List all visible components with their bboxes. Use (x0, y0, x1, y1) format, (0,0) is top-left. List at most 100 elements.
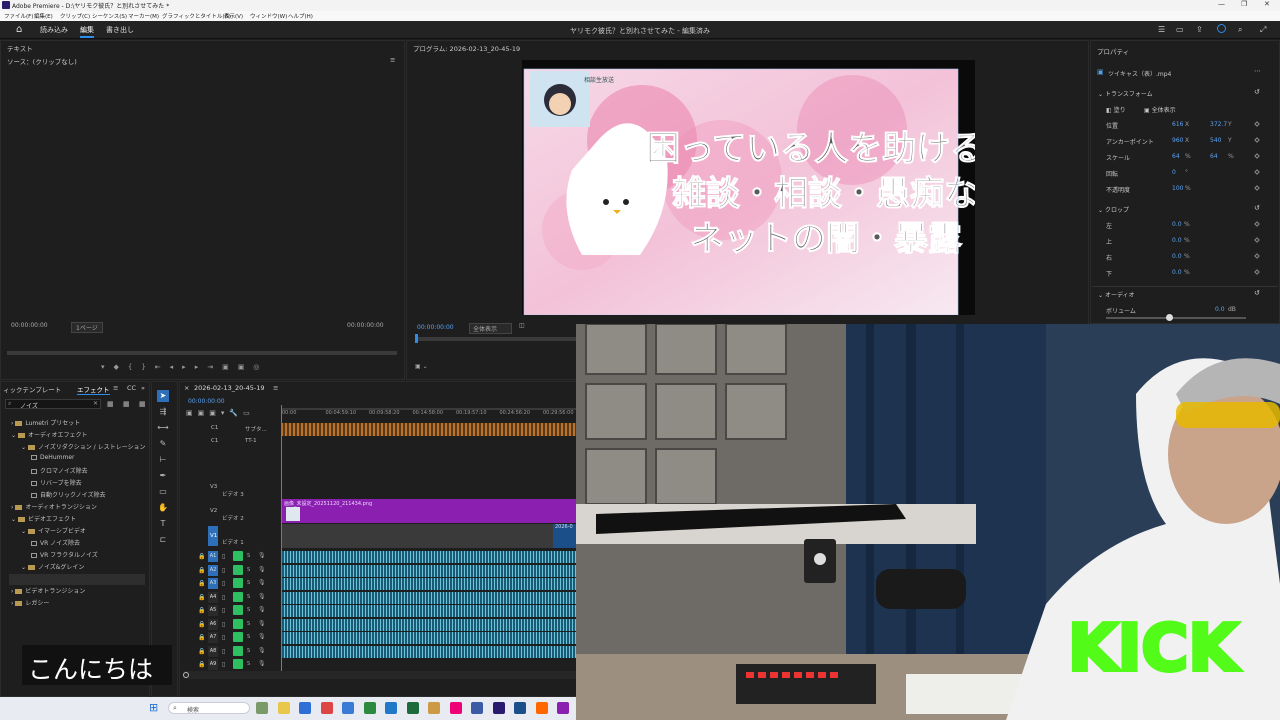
prop-value-1[interactable]: 64 (1172, 153, 1180, 160)
reset-transform-icon[interactable]: ↺ (1254, 88, 1260, 96)
effects-tree-item[interactable]: › オーディオトランジション (11, 502, 97, 511)
audio-track-id[interactable]: A4 (208, 591, 218, 603)
menu-help[interactable]: ヘルプ(H) (288, 12, 313, 20)
workspaces-icon[interactable]: ☰ (1158, 25, 1165, 34)
taskbar-app-icon[interactable] (449, 702, 462, 714)
scroll-handle-icon[interactable] (183, 672, 189, 678)
rectangle-tool-icon[interactable]: ▭ (157, 486, 169, 498)
sync-lock-icon[interactable]: ▯ (222, 648, 225, 655)
program-scrubber[interactable] (415, 337, 585, 341)
source-label[interactable]: ソース：(クリップなし) (7, 56, 77, 66)
more-icon[interactable]: ⋯ (1254, 67, 1261, 75)
track-id-v3[interactable]: V3 (210, 484, 217, 490)
audio-clip[interactable] (281, 591, 576, 604)
solo-button[interactable]: S (247, 634, 250, 640)
hand-tool-icon[interactable]: ✋ (157, 502, 169, 514)
effects-tree-item[interactable]: ⌄ ノイズ&グレイン (21, 562, 84, 571)
effects-tree-item[interactable]: › ビデオトランジション (11, 586, 85, 595)
track-name-v1[interactable]: ビデオ 1 (222, 538, 244, 546)
settings-icon[interactable]: ◫ (519, 322, 525, 329)
effects-tree-item[interactable]: ⌄ ノイズリダクション / レストレーション (21, 442, 145, 451)
voiceover-mic-icon[interactable]: 🎙 (258, 647, 266, 654)
track-lock-icon[interactable]: 🔒 (198, 621, 205, 628)
share-icon[interactable]: ⇪ (1196, 25, 1203, 34)
voiceover-mic-icon[interactable]: 🎙 (258, 593, 266, 600)
search-icon[interactable]: ⌕ (1238, 25, 1242, 35)
track-lock-icon[interactable]: 🔒 (198, 607, 205, 614)
progress-icon[interactable] (1217, 24, 1226, 33)
track-lock-icon[interactable]: 🔒 (198, 648, 205, 655)
audio-track-id[interactable]: A9 (208, 659, 218, 670)
audio-mute-button[interactable] (233, 551, 243, 561)
home-icon[interactable]: ⌂ (16, 24, 22, 35)
volume-value[interactable]: 0.0 (1215, 306, 1225, 313)
button-editor-icon[interactable]: ▣ ⌄ (415, 363, 428, 370)
solo-button[interactable]: S (247, 567, 250, 573)
prop-value-1[interactable]: 616 (1172, 121, 1183, 128)
voiceover-mic-icon[interactable]: 🎙 (258, 620, 266, 627)
program-fit-select[interactable]: 全体表示 (469, 323, 513, 334)
taskbar-app-icon[interactable] (256, 702, 268, 714)
audio-clip[interactable] (281, 605, 576, 617)
timeline-playhead[interactable] (281, 405, 282, 675)
caption-track2-name[interactable]: TT-1 (245, 438, 257, 444)
caption-tool-icon[interactable]: ⊏ (157, 534, 169, 546)
taskbar-app-icon[interactable] (320, 702, 333, 714)
crop-value[interactable]: 0.0 (1172, 237, 1182, 244)
effects-tree-item[interactable]: ⌄ イマーシブビデオ (21, 526, 86, 535)
taskbar-app-icon[interactable] (428, 702, 440, 714)
source-transport-controls[interactable]: ▾◆{}⇤◂▸▸⇥▣▣◎ (101, 363, 268, 371)
close-icon[interactable]: ✕ (1264, 0, 1270, 8)
slip-tool-icon[interactable]: ⊢ (157, 454, 169, 466)
sequence-tab[interactable]: 2026-02-13_20-45-19 (194, 384, 265, 392)
taskbar-app-icon[interactable] (535, 702, 548, 714)
taskbar-app-icon[interactable] (385, 702, 397, 714)
track-select-tool-icon[interactable]: ⇶ (157, 406, 169, 418)
audio-track-id[interactable]: A8 (208, 645, 218, 657)
crop-value[interactable]: 0.0 (1172, 253, 1182, 260)
audio-mute-button[interactable] (233, 618, 243, 629)
work-area-bar[interactable] (281, 408, 576, 410)
audio-clip[interactable] (281, 645, 576, 658)
track-id-v1[interactable]: V1 (210, 533, 217, 539)
effects-tree-item[interactable]: ⌄ ビデオエフェクト (11, 514, 76, 523)
track-lock-icon[interactable]: 🔒 (198, 594, 205, 601)
track-name-v3[interactable]: ビデオ 3 (222, 490, 244, 498)
audio-track-id[interactable]: A7 (208, 632, 218, 643)
voiceover-mic-icon[interactable]: 🎙 (258, 566, 266, 573)
effects-tree-item[interactable]: VR ノイズ除去 (31, 538, 80, 547)
menu-graphics[interactable]: グラフィックとタイトル(G) (162, 12, 231, 20)
transform-header[interactable]: ⌄ トランスフォーム (1098, 89, 1153, 98)
menu-clip[interactable]: クリップ(C) (60, 12, 90, 20)
sync-lock-icon[interactable]: ▯ (222, 580, 225, 587)
audio-mute-button[interactable] (233, 591, 243, 602)
taskbar-app-icon[interactable] (277, 702, 290, 714)
solo-button[interactable]: S (247, 607, 250, 613)
effects-tree-item[interactable]: DeHummer (31, 454, 74, 461)
volume-slider-handle[interactable] (1166, 314, 1173, 321)
taskbar-app-icon[interactable] (492, 702, 505, 714)
track-lock-icon[interactable]: 🔒 (198, 553, 205, 560)
voiceover-mic-icon[interactable]: 🎙 (258, 579, 266, 586)
sync-lock-icon[interactable]: ▯ (222, 553, 225, 560)
fullscreen-icon[interactable]: ⤢ (1260, 25, 1266, 35)
taskbar-app-icon[interactable] (514, 702, 526, 714)
show-all-option[interactable]: ▣ 全体表示 (1144, 105, 1176, 114)
tab-cc[interactable]: CC (127, 384, 136, 392)
prop-value-1[interactable]: 100 (1172, 185, 1183, 192)
crop-value[interactable]: 0.0 (1172, 221, 1182, 228)
menu-file[interactable]: ファイル(F) (4, 12, 33, 20)
effects-tree-item[interactable]: リバーブを除去 (31, 478, 82, 487)
clip-v2-image[interactable]: 画像_未設定_20251120_211434.png (281, 499, 576, 523)
source-timecode-left[interactable]: 00:00:00:00 (11, 322, 48, 329)
timeline-toolbar[interactable]: ▣▣▣▾🔧▭ (186, 409, 255, 417)
effects-tree-item[interactable]: › Lumetri プリセット (11, 418, 80, 427)
panel-menu-icon[interactable]: ≡ (390, 56, 395, 64)
reset-crop-icon[interactable]: ↺ (1254, 204, 1260, 212)
audio-track-id[interactable]: A2 (208, 564, 218, 576)
track-lock-icon[interactable]: 🔒 (198, 580, 205, 587)
minimize-icon[interactable]: — (1218, 0, 1225, 8)
close-sequence-icon[interactable]: × (184, 384, 189, 392)
menu-sequence[interactable]: シーケンス(S) (92, 12, 127, 20)
razor-tool-icon[interactable]: ✎ (157, 438, 169, 450)
